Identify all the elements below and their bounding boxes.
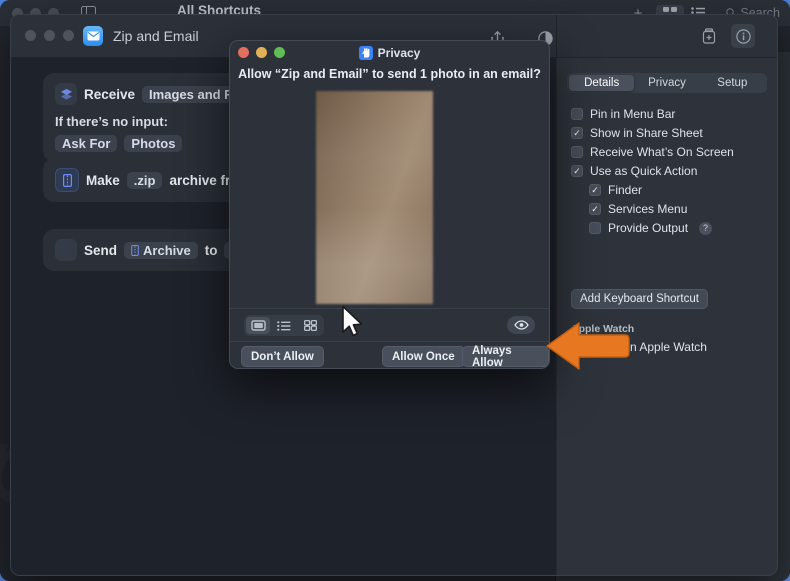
token-photos[interactable]: Photos: [124, 135, 183, 152]
action-receive-verb: Receive: [84, 86, 136, 102]
mouse-cursor: [341, 305, 365, 344]
checkbox-pin-in-menu-bar[interactable]: Pin in Menu Bar: [571, 107, 675, 121]
privacy-title-group: Privacy: [358, 45, 421, 60]
photo-preview-area: [230, 41, 549, 316]
checkbox-provide-output[interactable]: Provide Output ?: [589, 221, 713, 235]
checkbox-show-in-share-sheet[interactable]: ✓ Show in Share Sheet: [571, 126, 703, 140]
token-archive-variable[interactable]: Archive: [124, 241, 198, 259]
checkbox-finder[interactable]: ✓ Finder: [589, 183, 642, 197]
archive-icon: [131, 244, 139, 256]
mail-app-icon: [83, 26, 103, 46]
privacy-dialog-title: Privacy: [377, 45, 421, 60]
details-tabbar[interactable]: Details Privacy Setup: [567, 73, 767, 93]
dont-allow-button[interactable]: Don’t Allow: [241, 346, 324, 367]
help-icon[interactable]: ?: [699, 221, 713, 235]
checkbox-label: Pin in Menu Bar: [590, 107, 676, 121]
photo-picker-toolbar: [230, 308, 549, 342]
info-icon[interactable]: [731, 24, 755, 48]
add-keyboard-shortcut-button[interactable]: Add Keyboard Shortcut: [571, 289, 708, 309]
checkbox-box: ✓: [589, 203, 601, 215]
editor-close-button[interactable]: [25, 30, 36, 41]
mail-send-icon: [55, 239, 77, 261]
checkbox-box: [571, 146, 583, 158]
privacy-dialog: Privacy Allow “Zip and Email” to send 1 …: [229, 40, 550, 369]
eye-icon[interactable]: [507, 316, 535, 334]
tab-details[interactable]: Details: [569, 75, 635, 91]
zip-archive-icon: [55, 168, 79, 192]
privacy-dialog-titlebar: Privacy: [230, 41, 549, 64]
checkbox-receive-whats-on-screen[interactable]: Receive What’s On Screen: [571, 145, 734, 159]
checkbox-box: ✓: [589, 184, 601, 196]
checkbox-box: ✓: [571, 127, 583, 139]
checkbox-label: Provide Output: [608, 221, 689, 235]
editor-zoom-button[interactable]: [63, 30, 74, 41]
checkbox-label: Services Menu: [608, 202, 688, 216]
editor-title: Zip and Email: [113, 28, 199, 44]
receive-input-icon: [55, 83, 77, 105]
always-allow-button[interactable]: Always Allow: [462, 345, 549, 368]
photo-view-mode-segmented[interactable]: [244, 315, 324, 336]
toolbar-divider: [556, 15, 557, 57]
privacy-prompt-text: Allow “Zip and Email” to send 1 photo in…: [238, 67, 541, 81]
privacy-minimize-button[interactable]: [256, 47, 267, 58]
allow-once-button[interactable]: Allow Once: [382, 346, 465, 367]
checkbox-box: ✓: [571, 165, 583, 177]
action-send-verb: Send: [84, 242, 118, 258]
checkbox-box: [589, 222, 601, 234]
checkbox-label: Finder: [608, 183, 643, 197]
checkbox-label: Receive What’s On Screen: [590, 145, 734, 159]
action-make-verb: Make: [86, 172, 120, 188]
checkbox-label: Use as Quick Action: [590, 164, 698, 178]
token-archive-label: Archive: [143, 242, 191, 258]
editor-minimize-button[interactable]: [44, 30, 55, 41]
checkbox-box: [571, 108, 583, 120]
details-panel: Details Privacy Setup Pin in Menu Bar ✓ …: [557, 57, 777, 575]
add-action-icon[interactable]: [697, 24, 721, 48]
privacy-close-button[interactable]: [238, 47, 249, 58]
annotation-arrow: [545, 318, 631, 379]
token-zip-format[interactable]: .zip: [126, 171, 163, 189]
list-view-icon[interactable]: [272, 317, 296, 334]
privacy-hand-icon: [358, 45, 373, 60]
checkbox-label: Show in Share Sheet: [590, 126, 703, 140]
tab-privacy[interactable]: Privacy: [634, 75, 699, 91]
grid-view-icon[interactable]: [298, 317, 322, 334]
checkbox-services-menu[interactable]: ✓ Services Menu: [589, 202, 687, 216]
checkbox-use-as-quick-action[interactable]: ✓ Use as Quick Action: [571, 164, 697, 178]
privacy-zoom-button[interactable]: [274, 47, 285, 58]
action-send-mid: to: [204, 242, 218, 258]
tab-setup[interactable]: Setup: [700, 75, 765, 91]
single-photo-view-icon[interactable]: [246, 317, 270, 334]
editor-traffic-lights[interactable]: [25, 30, 74, 41]
privacy-dialog-buttons: Don’t Allow Allow Once Always Allow: [230, 341, 549, 368]
photo-thumbnail[interactable]: [316, 91, 433, 304]
privacy-traffic-lights[interactable]: [238, 47, 285, 58]
token-ask-for[interactable]: Ask For: [55, 135, 118, 152]
editor-toolbar-right-actions: [697, 24, 755, 48]
